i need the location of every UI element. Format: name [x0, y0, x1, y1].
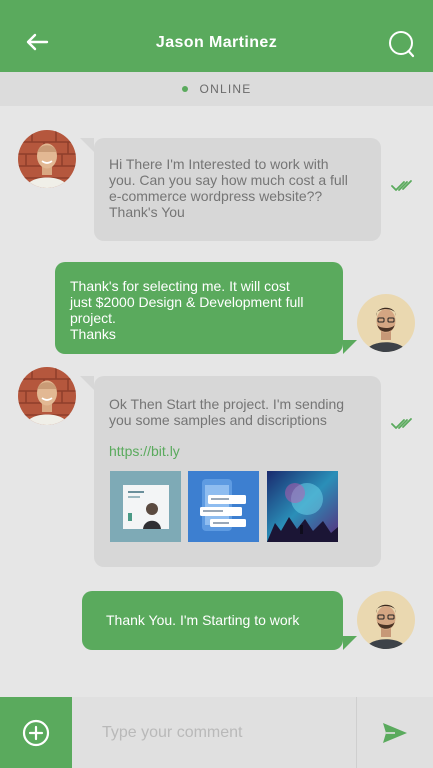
message-line: Thank's You	[109, 204, 185, 220]
search-icon[interactable]	[387, 30, 415, 58]
message-line: Thank's for selecting me. It will cost	[70, 278, 290, 294]
plus-circle-icon[interactable]	[0, 697, 72, 768]
double-check-icon	[391, 179, 413, 193]
online-status-bar: ONLINE	[0, 72, 433, 106]
attachment-thumbnail[interactable]	[110, 471, 181, 542]
app-header: Jason Martinez	[0, 0, 433, 72]
double-check-icon	[391, 417, 413, 431]
message-text: Hi There I'm Interested to work with you…	[109, 156, 371, 220]
send-icon[interactable]	[357, 697, 433, 768]
bubble-tail	[80, 376, 94, 390]
message-line: Ok Then Start the project. I'm sending	[109, 396, 345, 412]
message-line: just $2000 Design & Development full	[70, 294, 304, 310]
message-text: Ok Then Start the project. I'm sending y…	[109, 396, 371, 428]
avatar-user[interactable]	[357, 294, 415, 352]
bubble-tail	[343, 340, 357, 354]
message-text: Thank's for selecting me. It will cost j…	[70, 278, 335, 342]
message-line: Thanks	[70, 326, 116, 342]
message-bubble-incoming: Ok Then Start the project. I'm sending y…	[94, 376, 381, 567]
message-bubble-outgoing: Thank's for selecting me. It will cost j…	[55, 262, 343, 354]
comment-input[interactable]	[72, 697, 356, 768]
message-line: Hi There I'm Interested to work with	[109, 156, 329, 172]
message-text: Thank You. I'm Starting to work	[106, 612, 336, 628]
attachment-thumbnail[interactable]	[267, 471, 338, 542]
message-composer	[0, 697, 433, 768]
attachment-thumbnail[interactable]	[188, 471, 259, 542]
online-status-text: ONLINE	[199, 82, 252, 96]
message-line: e-commerce wordpress website??	[109, 188, 323, 204]
message-bubble-incoming: Hi There I'm Interested to work with you…	[94, 138, 381, 241]
bubble-tail	[80, 138, 94, 152]
bubble-tail	[343, 636, 357, 650]
chat-title: Jason Martinez	[155, 34, 278, 51]
online-dot-icon	[181, 86, 188, 92]
message-link[interactable]: https://bit.ly	[109, 443, 180, 459]
message-bubble-outgoing: Thank You. I'm Starting to work	[82, 591, 343, 650]
message-line: you. Can you say how much cost a full	[109, 172, 348, 188]
message-line: Thank You. I'm Starting to work	[106, 612, 300, 628]
avatar-contact[interactable]	[18, 367, 76, 425]
message-line: you some samples and discriptions	[109, 412, 327, 428]
message-line: project.	[70, 310, 116, 326]
avatar-contact[interactable]	[18, 130, 76, 188]
avatar-user[interactable]	[357, 591, 415, 649]
